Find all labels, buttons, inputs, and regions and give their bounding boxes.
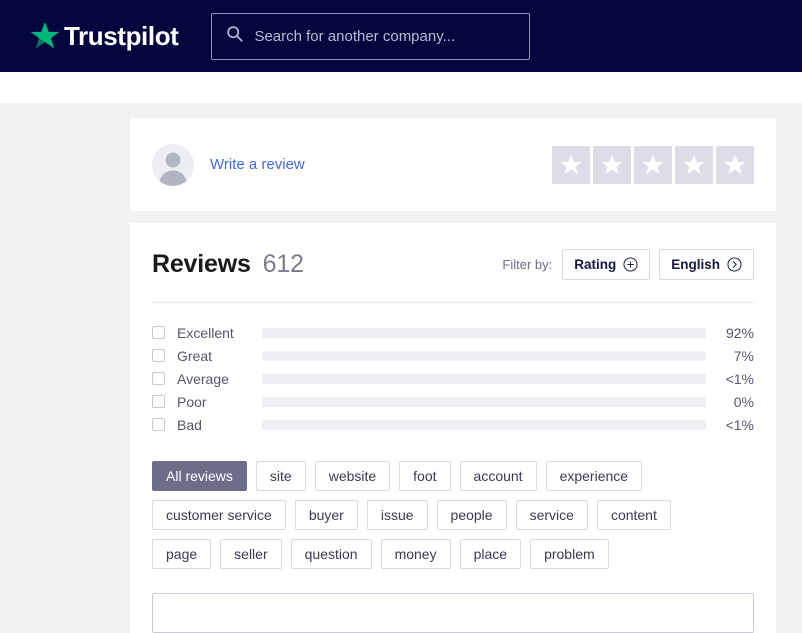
site-header: Trustpilot Search for another company... bbox=[0, 0, 802, 72]
star-rating-3[interactable] bbox=[634, 145, 672, 184]
logo-text: Trustpilot bbox=[64, 21, 179, 51]
write-review-card: Write a review bbox=[130, 118, 776, 211]
filter-language-button[interactable]: English bbox=[659, 249, 754, 280]
tag-website[interactable]: website bbox=[314, 461, 391, 491]
search-icon bbox=[226, 25, 254, 47]
filter-checkbox-great[interactable] bbox=[152, 349, 165, 362]
distribution-percent: 0% bbox=[733, 393, 754, 410]
distribution-percent: <1% bbox=[725, 370, 754, 387]
reviews-count: 612 bbox=[262, 250, 304, 278]
distribution-bar bbox=[262, 327, 706, 338]
distribution-row: Bad <1% bbox=[152, 413, 754, 436]
tag-site[interactable]: site bbox=[255, 461, 306, 491]
filter-checkbox-excellent[interactable] bbox=[152, 326, 165, 339]
distribution-label: Bad bbox=[177, 416, 202, 433]
tag-account[interactable]: account bbox=[459, 461, 537, 491]
distribution-label: Poor bbox=[177, 393, 207, 410]
star-rating-5[interactable] bbox=[716, 145, 754, 184]
star-rating-1[interactable] bbox=[552, 145, 590, 184]
trustpilot-logo[interactable]: Trustpilot bbox=[30, 21, 179, 51]
tag-service[interactable]: service bbox=[515, 500, 588, 530]
rating-distribution: Excellent 92% Great 7% Average <1% Poor … bbox=[152, 321, 754, 436]
tag-money[interactable]: money bbox=[380, 539, 451, 569]
page-body: Write a review Reviews 612 Filter by: Ra… bbox=[0, 103, 802, 633]
distribution-bar bbox=[262, 350, 706, 361]
star-rating-selector[interactable] bbox=[552, 145, 754, 184]
header-divider bbox=[152, 302, 754, 303]
plus-circle-icon bbox=[623, 257, 638, 272]
star-rating-4[interactable] bbox=[675, 145, 713, 184]
reviews-card: Reviews 612 Filter by: Rating English Ex… bbox=[130, 223, 776, 633]
tag-seller[interactable]: seller bbox=[220, 539, 282, 569]
distribution-row: Great 7% bbox=[152, 344, 754, 367]
filter-rating-label: Rating bbox=[574, 257, 617, 272]
filter-language-label: English bbox=[671, 257, 720, 272]
distribution-label: Excellent bbox=[177, 324, 234, 341]
distribution-row: Poor 0% bbox=[152, 390, 754, 413]
distribution-label: Average bbox=[177, 370, 229, 387]
tag-issue[interactable]: issue bbox=[366, 500, 428, 530]
chevron-right-circle-icon bbox=[727, 257, 742, 272]
tag-question[interactable]: question bbox=[290, 539, 372, 569]
filter-checkbox-poor[interactable] bbox=[152, 395, 165, 408]
page-title: Reviews bbox=[152, 250, 251, 278]
tag-foot[interactable]: foot bbox=[399, 461, 451, 491]
distribution-row: Average <1% bbox=[152, 367, 754, 390]
tag-buyer[interactable]: buyer bbox=[294, 500, 358, 530]
review-search-input[interactable] bbox=[152, 593, 754, 633]
distribution-percent: 92% bbox=[725, 324, 754, 341]
tag-place[interactable]: place bbox=[459, 539, 522, 569]
search-input[interactable]: Search for another company... bbox=[211, 12, 531, 60]
filter-checkbox-average[interactable] bbox=[152, 372, 165, 385]
distribution-bar bbox=[262, 373, 706, 384]
filter-by-label: Filter by: bbox=[502, 257, 553, 272]
tag-experience[interactable]: experience bbox=[545, 461, 643, 491]
distribution-label: Great bbox=[177, 347, 213, 364]
tag-problem[interactable]: problem bbox=[530, 539, 609, 569]
keyword-tag-list: All reviews site website foot account ex… bbox=[152, 461, 732, 569]
tag-people[interactable]: people bbox=[436, 500, 507, 530]
distribution-percent: <1% bbox=[725, 416, 754, 433]
tag-all-reviews[interactable]: All reviews bbox=[152, 461, 247, 491]
reviews-header: Reviews 612 Filter by: Rating English bbox=[152, 249, 754, 302]
distribution-percent: 7% bbox=[733, 347, 754, 364]
tag-content[interactable]: content bbox=[596, 500, 671, 530]
distribution-bar bbox=[262, 419, 706, 430]
distribution-bar bbox=[262, 396, 706, 407]
distribution-row: Excellent 92% bbox=[152, 321, 754, 344]
filter-rating-button[interactable]: Rating bbox=[562, 249, 651, 280]
filter-checkbox-bad[interactable] bbox=[152, 418, 165, 431]
filter-group: Filter by: Rating English bbox=[502, 249, 754, 280]
tag-page[interactable]: page bbox=[152, 539, 212, 569]
search-placeholder-text: Search for another company... bbox=[254, 27, 456, 45]
star-icon bbox=[30, 21, 60, 51]
header-sub-band bbox=[0, 72, 802, 103]
star-rating-2[interactable] bbox=[593, 145, 631, 184]
write-a-review-link[interactable]: Write a review bbox=[210, 156, 305, 173]
user-avatar-icon bbox=[152, 143, 194, 186]
tag-customer-service[interactable]: customer service bbox=[152, 500, 286, 530]
